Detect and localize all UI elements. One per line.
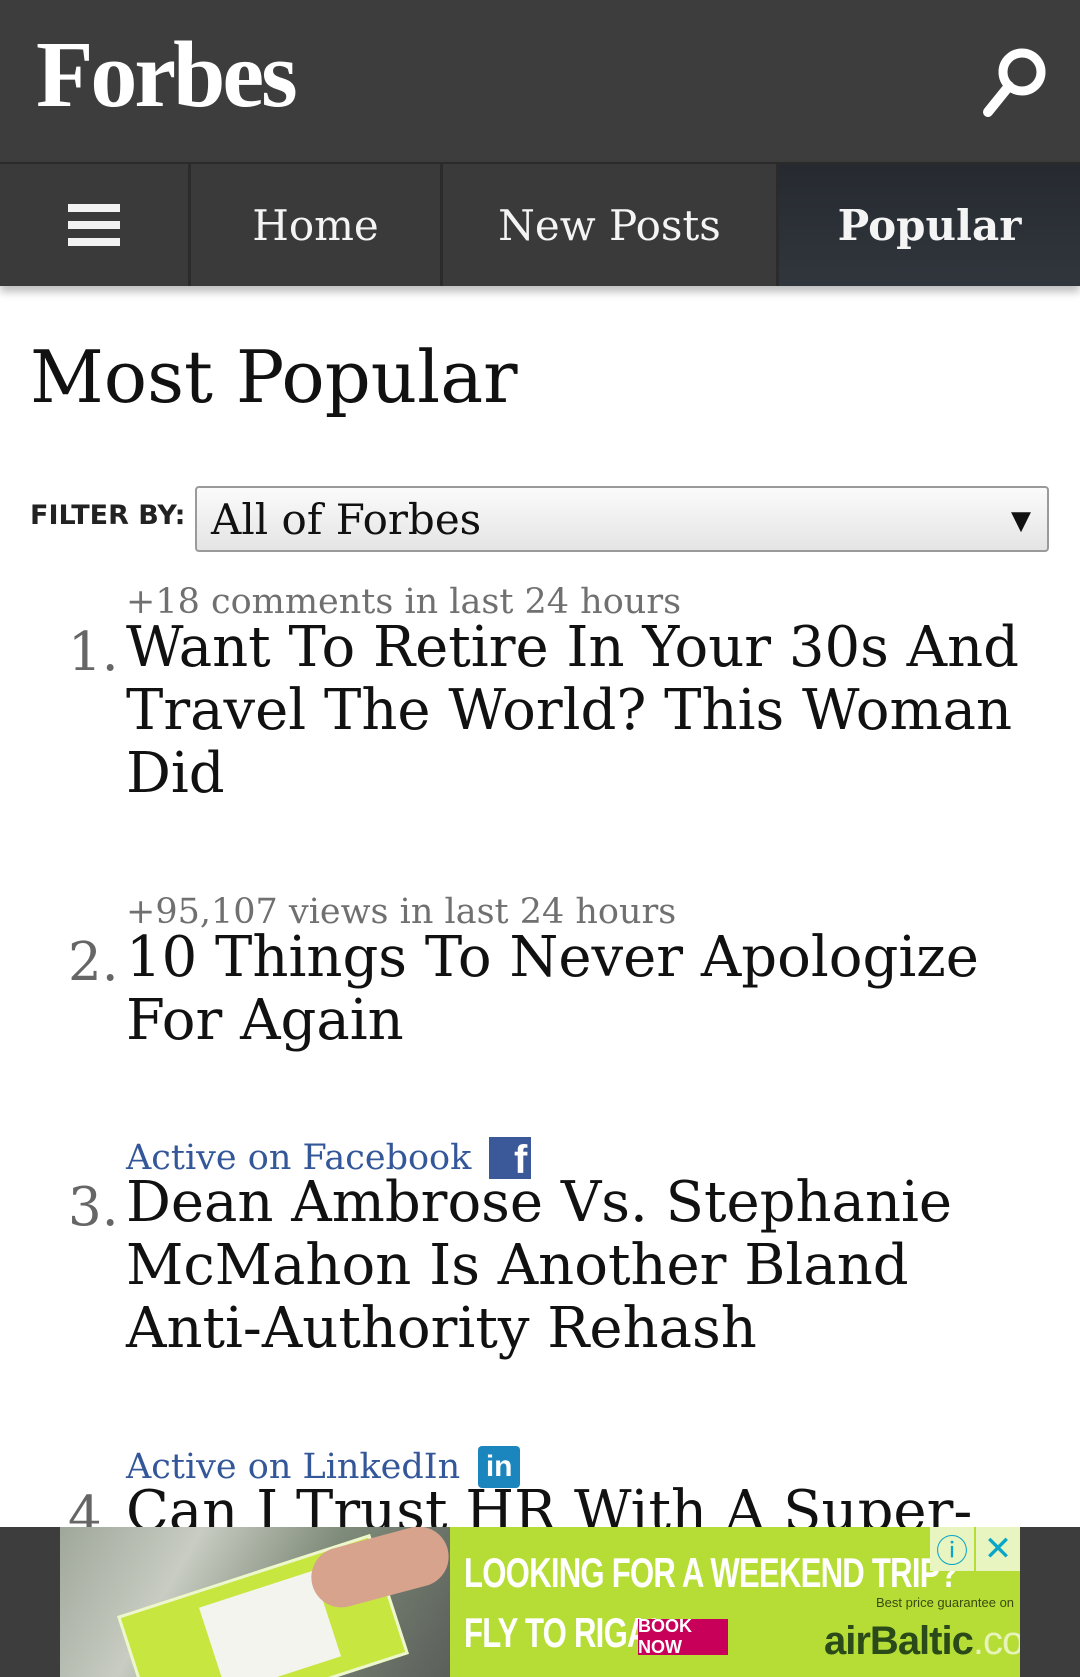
article-link[interactable]: 10 Things To Never Apologize For Again xyxy=(126,926,1026,1052)
ad-brand-suffix: .com xyxy=(972,1619,1020,1663)
ad-image xyxy=(60,1527,456,1677)
forbes-logo[interactable]: Forbes xyxy=(36,28,298,122)
tab-home[interactable]: Home xyxy=(191,164,443,286)
ad-subline: FLY TO RIGA! xyxy=(464,1609,659,1656)
ad-banner[interactable]: LOOKING FOR A WEEKEND TRIP? FLY TO RIGA!… xyxy=(60,1527,1020,1677)
ad-brand-name: airBaltic xyxy=(824,1619,974,1663)
filter-selected-value: All of Forbes xyxy=(211,494,482,544)
article-link[interactable]: Dean Ambrose Vs. Stephanie McMahon Is An… xyxy=(126,1171,1026,1360)
ad-info-icon[interactable]: ⓘ xyxy=(930,1527,974,1571)
search-icon[interactable] xyxy=(980,44,1050,120)
article-rank: 3. xyxy=(68,1177,119,1238)
ad-banner-container: LOOKING FOR A WEEKEND TRIP? FLY TO RIGA!… xyxy=(0,1527,1080,1677)
ad-brand: airBaltic.com xyxy=(824,1619,1020,1664)
menu-button[interactable] xyxy=(0,164,191,286)
page-title: Most Popular xyxy=(30,335,518,419)
filter-label: FILTER BY: xyxy=(30,500,186,531)
article-rank: 1. xyxy=(68,622,119,683)
dropdown-arrow-icon: ▼ xyxy=(1011,506,1031,536)
ad-book-now-button[interactable]: BOOK NOW xyxy=(638,1616,728,1657)
ad-fine-print: Best price guarantee on xyxy=(876,1595,1015,1610)
ad-headline: LOOKING FOR A WEEKEND TRIP? xyxy=(464,1549,959,1596)
article-link[interactable]: Want To Retire In Your 30s And Travel Th… xyxy=(126,616,1026,805)
filter-select[interactable]: All of Forbes ▼ xyxy=(195,486,1049,552)
top-header: Forbes xyxy=(0,0,1080,162)
nav-bar: Home New Posts Popular xyxy=(0,162,1080,286)
article-rank: 2. xyxy=(68,932,119,993)
tab-new-posts[interactable]: New Posts xyxy=(443,164,779,286)
hamburger-menu-icon xyxy=(68,195,120,255)
tab-popular[interactable]: Popular xyxy=(779,164,1080,286)
ad-close-icon[interactable]: ✕ xyxy=(976,1527,1020,1571)
